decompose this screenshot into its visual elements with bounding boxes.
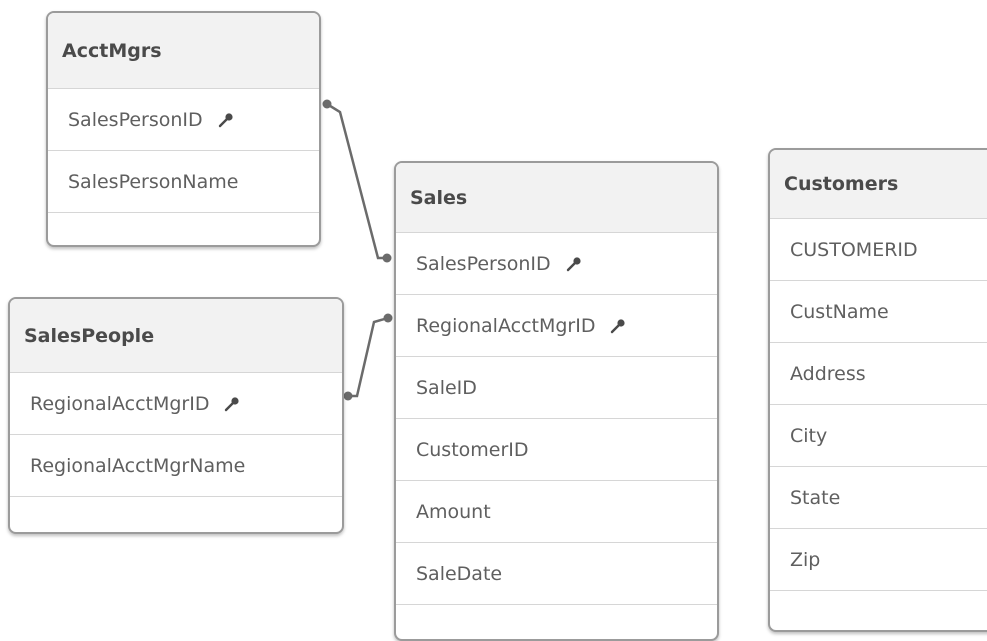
table-title: AcctMgrs [48,13,319,88]
link-salespeople-sales-regionalacctmgrid [343,313,393,401]
field-row-salespersonid[interactable]: SalesPersonID [48,88,319,150]
field-row-regionalacctmgrid[interactable]: RegionalAcctMgrID [10,372,342,434]
field-label: RegionalAcctMgrName [30,454,246,477]
table-title: Customers [770,150,987,218]
link-acctmgrs-sales-salespersonid [322,99,392,263]
field-label: CUSTOMERID [790,238,918,261]
data-model-canvas: AcctMgrs SalesPersonID SalesPersonName S… [0,0,987,641]
field-label: Zip [790,548,821,571]
field-row-regionalacctmgrname[interactable]: RegionalAcctMgrName [10,434,342,496]
field-row-zip[interactable]: Zip [770,528,987,590]
empty-row [48,212,319,245]
field-label: State [790,486,841,509]
field-row-custname[interactable]: CustName [770,280,987,342]
key-icon [223,395,241,413]
table-salespeople[interactable]: SalesPeople RegionalAcctMgrID RegionalAc… [8,297,344,534]
table-acctmgrs[interactable]: AcctMgrs SalesPersonID SalesPersonName [46,11,321,247]
field-label: CustName [790,300,889,323]
table-title: Sales [396,163,717,232]
field-label: CustomerID [416,438,529,461]
field-row-state[interactable]: State [770,466,987,528]
empty-row [396,604,717,639]
field-row-customerid[interactable]: CustomerID [396,418,717,480]
field-row-regionalacctmgrid[interactable]: RegionalAcctMgrID [396,294,717,356]
field-label: RegionalAcctMgrID [30,392,210,415]
field-label: SaleDate [416,562,503,585]
empty-row [770,590,987,630]
table-customers[interactable]: Customers CUSTOMERID CustName Address Ci… [768,148,987,632]
field-row-customerid[interactable]: CUSTOMERID [770,218,987,280]
field-row-saledate[interactable]: SaleDate [396,542,717,604]
field-label: SalesPersonName [68,170,239,193]
field-row-address[interactable]: Address [770,342,987,404]
empty-row [10,496,342,532]
field-label: City [790,424,828,447]
field-row-salespersonname[interactable]: SalesPersonName [48,150,319,212]
field-label: SalesPersonID [416,252,551,275]
field-row-saleid[interactable]: SaleID [396,356,717,418]
key-icon [609,317,627,335]
field-label: SalesPersonID [68,108,203,131]
field-row-city[interactable]: City [770,404,987,466]
field-row-salespersonid[interactable]: SalesPersonID [396,232,717,294]
key-icon [565,255,583,273]
table-sales[interactable]: Sales SalesPersonID RegionalAcctMgrID Sa… [394,161,719,641]
key-icon [217,111,235,129]
table-title: SalesPeople [10,299,342,372]
field-row-amount[interactable]: Amount [396,480,717,542]
field-label: SaleID [416,376,477,399]
field-label: Address [790,362,866,385]
field-label: Amount [416,500,491,523]
field-label: RegionalAcctMgrID [416,314,596,337]
